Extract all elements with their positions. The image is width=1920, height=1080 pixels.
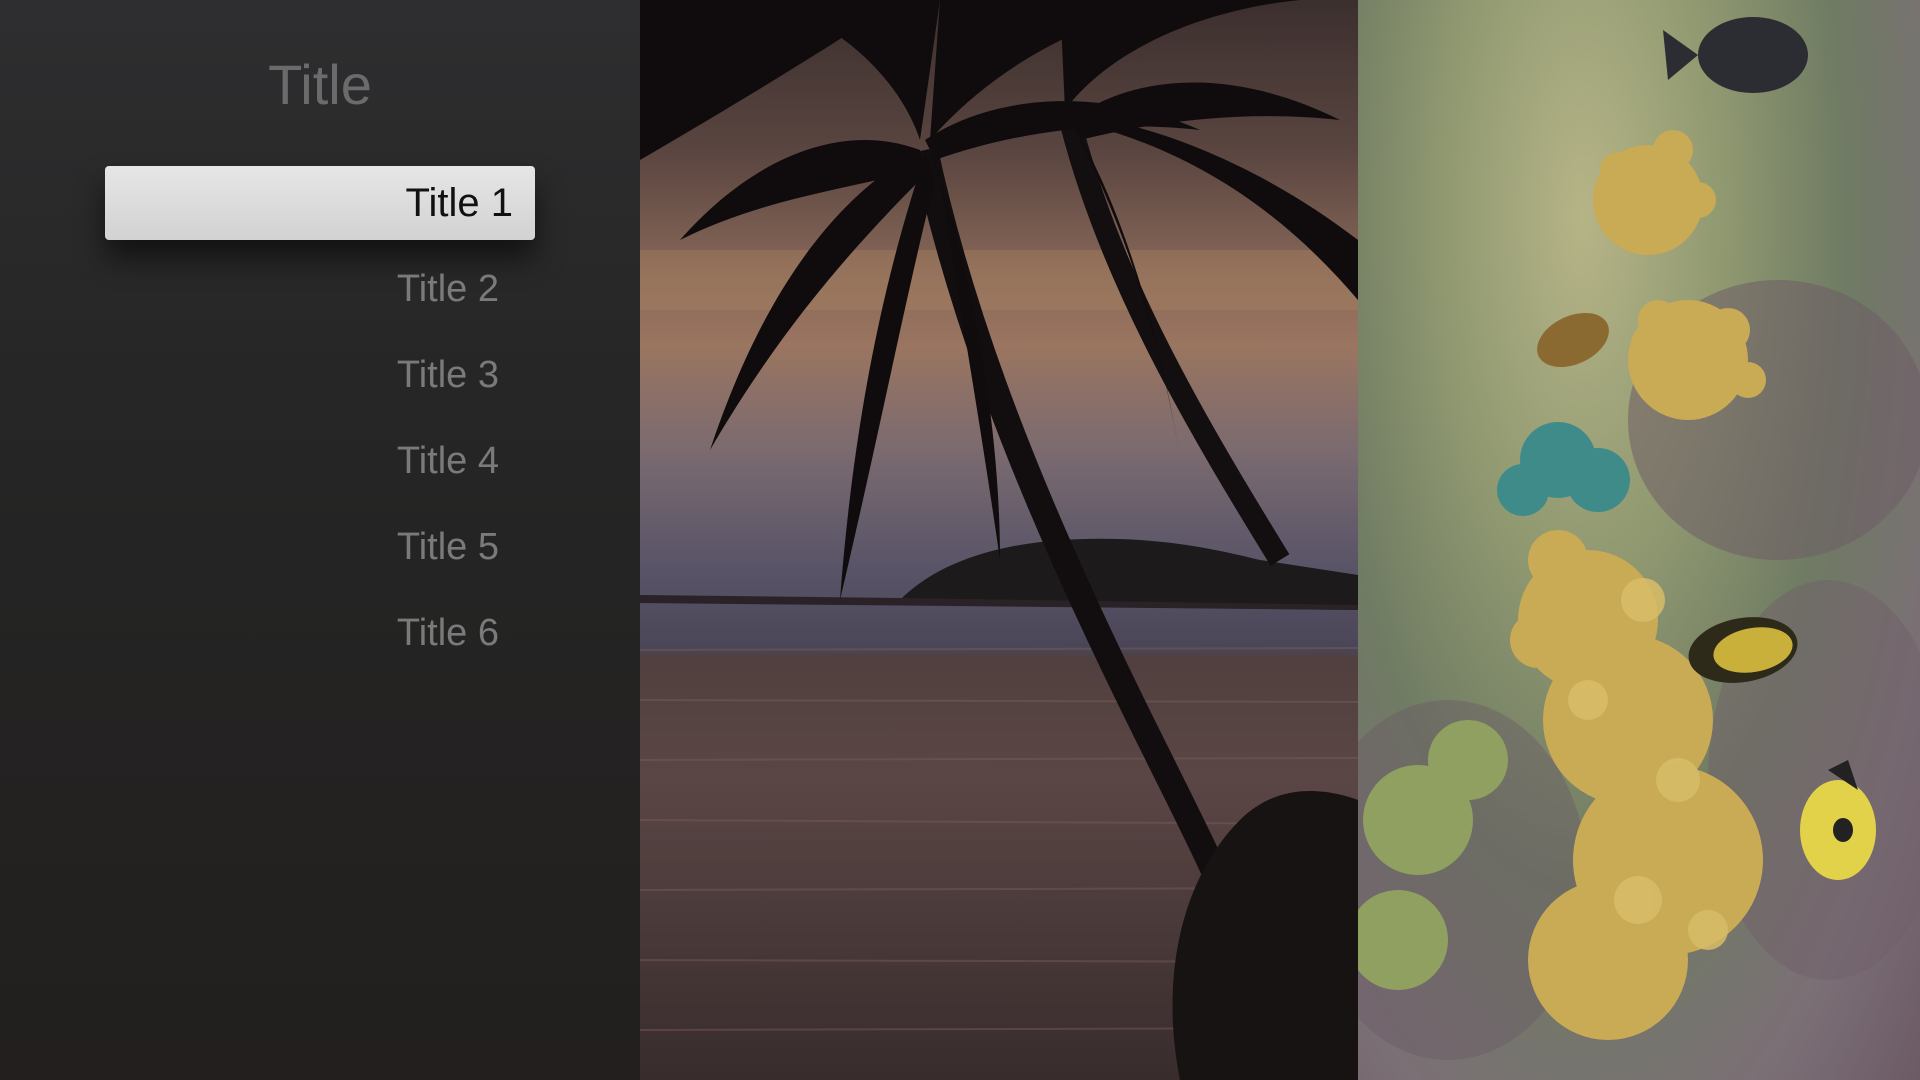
- menu-item-title-3[interactable]: Title 3: [105, 338, 535, 412]
- reef-photo-artwork: [1358, 17, 1920, 1060]
- menu-item-title-1[interactable]: Title 1: [105, 166, 535, 240]
- tv-screen: Title Title 1 Title 2 Title 3 Title 4 Ti…: [0, 0, 1920, 1080]
- menu-title: Title: [268, 53, 372, 116]
- menu-item-title-6[interactable]: Title 6: [105, 596, 535, 670]
- sunset-photo-artwork: [640, 0, 1358, 1080]
- menu-list: Title 1 Title 2 Title 3 Title 4 Title 5 …: [105, 166, 535, 682]
- palm-trees-sunset-photo: [640, 0, 1358, 1080]
- menu-item-title-4[interactable]: Title 4: [105, 424, 535, 498]
- menu-panel: Title Title 1 Title 2 Title 3 Title 4 Ti…: [0, 0, 640, 1080]
- menu-item-title-2[interactable]: Title 2: [105, 252, 535, 326]
- menu-item-title-5[interactable]: Title 5: [105, 510, 535, 584]
- coral-reef-fish-photo: [1358, 0, 1920, 1080]
